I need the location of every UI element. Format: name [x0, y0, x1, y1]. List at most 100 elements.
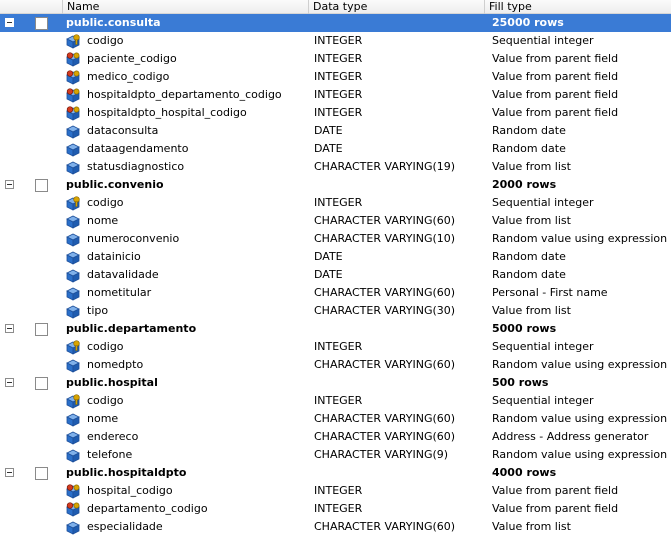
field-fill-type[interactable]: Value from list: [492, 518, 671, 536]
field-name: nome: [87, 412, 119, 425]
table-include-checkbox[interactable]: [35, 377, 48, 390]
field-row[interactable]: paciente_codigo INTEGER Value from paren…: [0, 50, 671, 68]
table-type-empty: [314, 374, 484, 392]
field-row[interactable]: nometitular CHARACTER VARYING(60) Person…: [0, 284, 671, 302]
field-fill-type[interactable]: Random date: [492, 122, 671, 140]
field-data-type: INTEGER: [314, 502, 363, 515]
field-data-type: CHARACTER VARYING(9): [314, 448, 449, 461]
field-row[interactable]: dataconsulta DATE Random date: [0, 122, 671, 140]
field-fill-type[interactable]: Value from parent field: [492, 500, 671, 518]
table-row-count[interactable]: 2000 rows: [492, 176, 671, 194]
field-name: especialidade: [87, 520, 163, 533]
collapse-toggle-icon[interactable]: [5, 324, 14, 333]
field-fill-type[interactable]: Value from list: [492, 212, 671, 230]
table-row[interactable]: public.convenio 2000 rows: [0, 176, 671, 194]
field-row[interactable]: hospital_codigo INTEGER Value from paren…: [0, 482, 671, 500]
field-row[interactable]: nome CHARACTER VARYING(60) Random value …: [0, 410, 671, 428]
field-fill-type[interactable]: Value from list: [492, 302, 671, 320]
table-row[interactable]: public.consulta 25000 rows: [0, 14, 671, 32]
field-fill-type[interactable]: Value from parent field: [492, 86, 671, 104]
field-row[interactable]: datainicio DATE Random date: [0, 248, 671, 266]
field-fill-type[interactable]: Value from parent field: [492, 68, 671, 86]
field-row[interactable]: codigo INTEGER Sequential integer: [0, 32, 671, 50]
field-name: hospitaldpto_departamento_codigo: [87, 88, 282, 101]
field-data-type: INTEGER: [314, 196, 363, 209]
field-data-type: INTEGER: [314, 70, 363, 83]
field-row[interactable]: tipo CHARACTER VARYING(30) Value from li…: [0, 302, 671, 320]
field-name: codigo: [87, 394, 124, 407]
field-fill-type[interactable]: Random value using expression: [492, 356, 671, 374]
field-row[interactable]: dataagendamento DATE Random date: [0, 140, 671, 158]
header-spacer: [0, 0, 62, 14]
collapse-toggle-icon[interactable]: [5, 378, 14, 387]
field-icon: [64, 447, 81, 463]
collapse-toggle-icon[interactable]: [5, 468, 14, 477]
field-name: datainicio: [87, 250, 141, 263]
field-row[interactable]: departamento_codigo INTEGER Value from p…: [0, 500, 671, 518]
table-row-count[interactable]: 25000 rows: [492, 14, 671, 32]
field-name: statusdiagnostico: [87, 160, 185, 173]
field-fill-type[interactable]: Random date: [492, 248, 671, 266]
field-row[interactable]: hospitaldpto_departamento_codigo INTEGER…: [0, 86, 671, 104]
field-data-type: DATE: [314, 268, 343, 281]
field-row[interactable]: statusdiagnostico CHARACTER VARYING(19) …: [0, 158, 671, 176]
field-name: departamento_codigo: [87, 502, 208, 515]
table-include-checkbox[interactable]: [35, 323, 48, 336]
field-row[interactable]: medico_codigo INTEGER Value from parent …: [0, 68, 671, 86]
field-fill-type[interactable]: Random date: [492, 266, 671, 284]
collapse-toggle-icon[interactable]: [5, 18, 14, 27]
table-include-checkbox[interactable]: [35, 179, 48, 192]
field-name: dataconsulta: [87, 124, 159, 137]
field-row[interactable]: numeroconvenio CHARACTER VARYING(10) Ran…: [0, 230, 671, 248]
table-type-empty: [314, 320, 484, 338]
field-row[interactable]: codigo INTEGER Sequential integer: [0, 194, 671, 212]
field-row[interactable]: endereco CHARACTER VARYING(60) Address -…: [0, 428, 671, 446]
field-name: dataagendamento: [87, 142, 189, 155]
table-row-count[interactable]: 4000 rows: [492, 464, 671, 482]
table-type-empty: [314, 464, 484, 482]
table-include-checkbox[interactable]: [35, 467, 48, 480]
collapse-toggle-icon[interactable]: [5, 180, 14, 189]
field-name: numeroconvenio: [87, 232, 180, 245]
field-row[interactable]: hospitaldpto_hospital_codigo INTEGER Val…: [0, 104, 671, 122]
field-fill-type[interactable]: Random value using expression: [492, 410, 671, 428]
header-data-type[interactable]: Data type: [308, 0, 484, 14]
table-row-count[interactable]: 5000 rows: [492, 320, 671, 338]
field-row[interactable]: nome CHARACTER VARYING(60) Value from li…: [0, 212, 671, 230]
field-row[interactable]: codigo INTEGER Sequential integer: [0, 392, 671, 410]
field-name: datavalidade: [87, 268, 159, 281]
table-include-checkbox[interactable]: [35, 17, 48, 30]
header-fill-type[interactable]: Fill type: [484, 0, 671, 14]
field-icon: [64, 231, 81, 247]
field-name: codigo: [87, 340, 124, 353]
field-row[interactable]: especialidade CHARACTER VARYING(60) Valu…: [0, 518, 671, 536]
field-icon: [64, 159, 81, 175]
field-fill-type[interactable]: Random value using expression: [492, 230, 671, 248]
field-row[interactable]: telefone CHARACTER VARYING(9) Random val…: [0, 446, 671, 464]
field-row[interactable]: datavalidade DATE Random date: [0, 266, 671, 284]
field-fill-type[interactable]: Value from parent field: [492, 482, 671, 500]
field-fill-type[interactable]: Value from parent field: [492, 50, 671, 68]
field-fill-type[interactable]: Sequential integer: [492, 338, 671, 356]
table-row[interactable]: public.hospitaldpto 4000 rows: [0, 464, 671, 482]
field-row[interactable]: nomedpto CHARACTER VARYING(60) Random va…: [0, 356, 671, 374]
field-fill-type[interactable]: Sequential integer: [492, 194, 671, 212]
table-type-empty: [314, 14, 484, 32]
table-row[interactable]: public.hospital 500 rows: [0, 374, 671, 392]
field-fill-type[interactable]: Value from parent field: [492, 104, 671, 122]
grid-header: Name Data type Fill type: [0, 0, 671, 14]
table-fill-grid: Name Data type Fill type public.consulta…: [0, 0, 671, 537]
field-name: paciente_codigo: [87, 52, 177, 65]
header-name[interactable]: Name: [62, 0, 308, 14]
field-fill-type[interactable]: Random value using expression: [492, 446, 671, 464]
table-row-count[interactable]: 500 rows: [492, 374, 671, 392]
field-fill-type[interactable]: Value from list: [492, 158, 671, 176]
field-fill-type[interactable]: Sequential integer: [492, 32, 671, 50]
field-fill-type[interactable]: Personal - First name: [492, 284, 671, 302]
table-row[interactable]: public.departamento 5000 rows: [0, 320, 671, 338]
field-fill-type[interactable]: Address - Address generator: [492, 428, 671, 446]
field-fill-type[interactable]: Sequential integer: [492, 392, 671, 410]
field-fill-type[interactable]: Random date: [492, 140, 671, 158]
field-row[interactable]: codigo INTEGER Sequential integer: [0, 338, 671, 356]
foreign-key-field-icon: [64, 483, 81, 499]
